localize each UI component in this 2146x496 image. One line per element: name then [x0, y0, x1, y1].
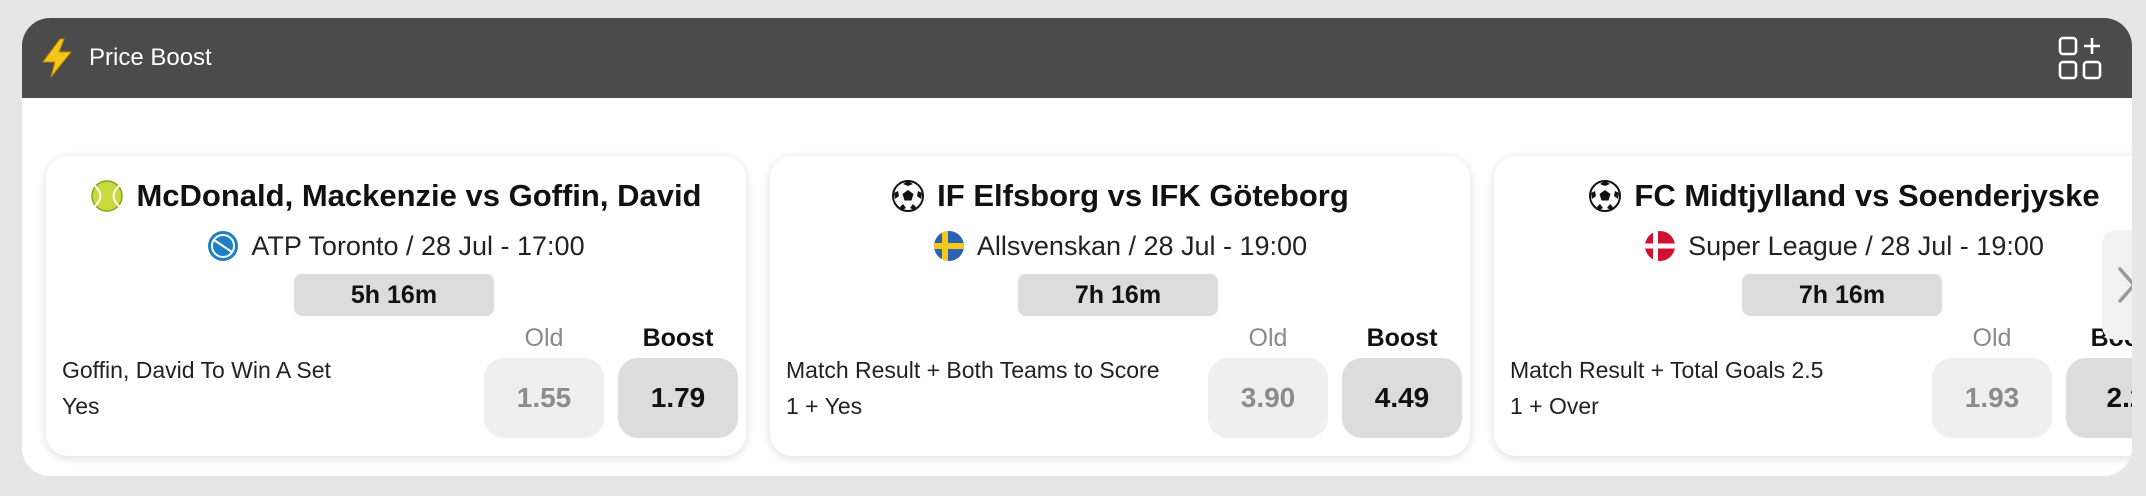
widget-title: Price Boost — [89, 44, 212, 71]
boost-carousel: McDonald, Mackenzie vs Goffin, David ATP… — [22, 98, 2132, 476]
widget-header: Price Boost — [22, 18, 2132, 98]
market-info: Goffin, David To Win A Set Yes — [62, 352, 331, 424]
carousel-next-button[interactable] — [2102, 230, 2132, 340]
denmark-flag-icon — [1645, 231, 1676, 261]
widgets-add-icon[interactable] — [2058, 36, 2102, 80]
market-selection: 1 + Over — [1510, 393, 1599, 419]
market-name: Goffin, David To Win A Set — [62, 357, 331, 383]
market-info: Match Result + Total Goals 2.5 1 + Over — [1510, 352, 1823, 424]
event-title: McDonald, Mackenzie vs Goffin, David — [46, 178, 746, 214]
atp-globe-icon — [208, 231, 239, 261]
boost-odds-button[interactable]: 2.2 — [2066, 358, 2132, 438]
event-competition: ATP Toronto / 28 Jul - 17:00 — [46, 230, 746, 262]
competition-text: Super League / 28 Jul - 19:00 — [1688, 230, 2044, 261]
boost-odds-button[interactable]: 1.79 — [618, 358, 738, 438]
soccer-ball-icon — [1589, 180, 1622, 212]
market-info: Match Result + Both Teams to Score 1 + Y… — [786, 352, 1160, 424]
boost-card[interactable]: McDonald, Mackenzie vs Goffin, David ATP… — [46, 156, 746, 456]
market-selection: Yes — [62, 393, 100, 419]
old-odds-value: 3.90 — [1208, 358, 1328, 438]
market-name: Match Result + Both Teams to Score — [786, 357, 1160, 383]
event-name: IF Elfsborg vs IFK Göteborg — [937, 178, 1349, 213]
soccer-ball-icon — [892, 180, 925, 212]
event-title: IF Elfsborg vs IFK Göteborg — [770, 178, 1470, 214]
event-title: FC Midtjylland vs Soenderjyske — [1494, 178, 2132, 214]
event-name: FC Midtjylland vs Soenderjyske — [1634, 178, 2100, 213]
boost-odds-label: Boost — [642, 324, 714, 352]
tennis-ball-icon — [91, 180, 124, 212]
countdown-badge: 7h 16m — [1018, 274, 1218, 316]
countdown-badge: 5h 16m — [294, 274, 494, 316]
market-name: Match Result + Total Goals 2.5 — [1510, 357, 1824, 383]
old-odds-value: 1.93 — [1932, 358, 2052, 438]
old-odds-label: Old — [1248, 324, 1288, 352]
old-odds-value: 1.55 — [484, 358, 604, 438]
event-name: McDonald, Mackenzie vs Goffin, David — [136, 178, 702, 213]
event-competition: Super League / 28 Jul - 19:00 — [1494, 230, 2132, 262]
boost-odds-label: Boost — [1366, 324, 1438, 352]
sweden-flag-icon — [933, 231, 964, 261]
chevron-right-icon — [2118, 267, 2132, 303]
competition-text: ATP Toronto / 28 Jul - 17:00 — [251, 230, 585, 261]
market-selection: 1 + Yes — [786, 393, 863, 419]
competition-text: Allsvenskan / 28 Jul - 19:00 — [976, 230, 1308, 261]
boost-card[interactable]: IF Elfsborg vs IFK Göteborg Allsvenskan … — [770, 156, 1470, 456]
countdown-badge: 7h 16m — [1742, 274, 1942, 316]
event-competition: Allsvenskan / 28 Jul - 19:00 — [770, 230, 1470, 262]
price-boost-widget: Price Boost McDonald, Mackenzie vs Goffi… — [22, 18, 2132, 476]
lightning-bolt-icon — [42, 38, 73, 78]
old-odds-label: Old — [1972, 324, 2012, 352]
boost-odds-button[interactable]: 4.49 — [1342, 358, 1462, 438]
old-odds-label: Old — [524, 324, 564, 352]
boost-card[interactable]: FC Midtjylland vs Soenderjyske Super Lea… — [1494, 156, 2132, 456]
